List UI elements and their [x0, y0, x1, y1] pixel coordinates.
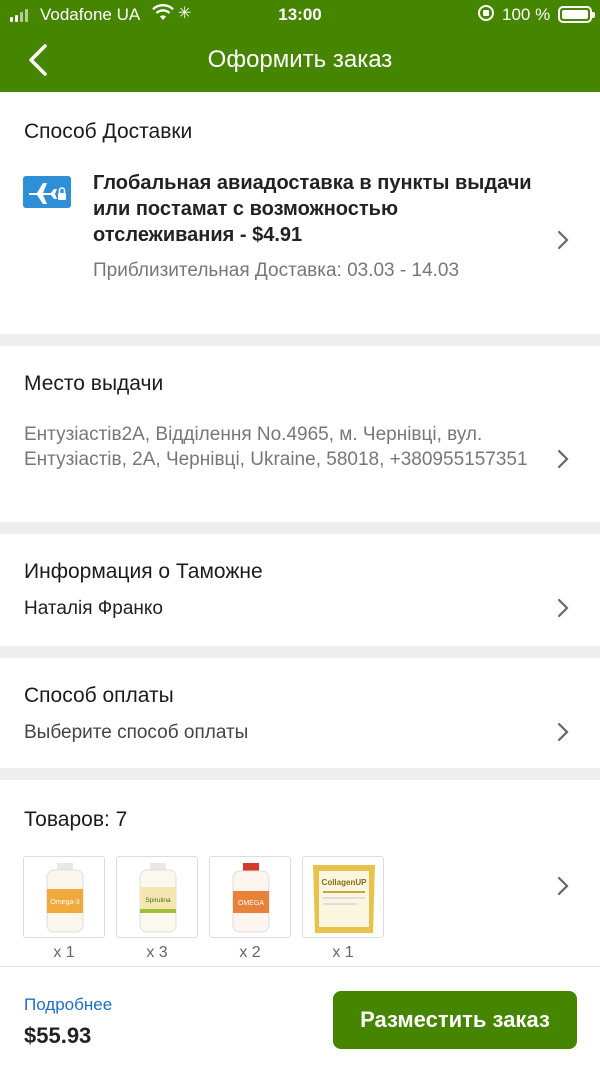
payment-heading: Способ оплаты: [24, 684, 174, 707]
product-quantity: x 1: [332, 944, 354, 961]
product-label: Omega-3: [50, 899, 79, 906]
chevron-right-icon: [557, 722, 569, 742]
page-title: Оформить заказ: [207, 46, 393, 73]
pickup-address: Ентузіастів2А, Відділення No.4965, м. Че…: [24, 424, 528, 470]
chevron-right-icon: [557, 449, 569, 469]
orientation-lock-icon: [478, 5, 494, 21]
payment-placeholder: Выберите способ оплаты: [24, 722, 249, 743]
app-header: Vodafone UA ✳ 13:00 100 % Оформить заказ: [0, 0, 600, 92]
checkout-footer: Подробнее $55.93 Разместить заказ: [0, 966, 600, 1066]
customs-recipient-name: Наталія Франко: [24, 598, 163, 619]
customs-heading: Информация о Таможне: [24, 560, 263, 583]
order-items-section[interactable]: Товаров: 7 Omega-3 x 1 Spirulina x 3 OME…: [0, 780, 600, 966]
status-bar: Vodafone UA ✳ 13:00 100 %: [0, 0, 600, 30]
items-heading: Товаров: 7: [24, 808, 128, 831]
battery-icon: [558, 6, 595, 23]
payment-method-section[interactable]: Способ оплаты Выберите способ оплаты: [0, 658, 600, 768]
order-total: $55.93: [24, 1023, 92, 1048]
place-order-button[interactable]: Разместить заказ: [333, 991, 577, 1049]
product-quantity: x 1: [53, 944, 75, 961]
chevron-right-icon: [557, 876, 569, 896]
customs-info-section[interactable]: Информация о Таможне Наталія Франко: [0, 534, 600, 646]
details-link[interactable]: Подробнее: [24, 995, 112, 1015]
product-label: Spirulina: [145, 897, 171, 904]
product-thumbnail[interactable]: Omega-3: [23, 856, 105, 938]
shipping-method-name: Глобальная авиадоставка в пункты выдачи …: [93, 172, 532, 246]
battery-percent: 100 %: [502, 5, 551, 24]
product-thumbnail[interactable]: Spirulina: [116, 856, 198, 938]
product-thumbnail[interactable]: OMEGA: [209, 856, 291, 938]
delivery-heading: Способ Доставки: [24, 120, 193, 143]
chevron-right-icon: [557, 598, 569, 618]
pickup-heading: Место выдачи: [24, 372, 164, 395]
pickup-point-section[interactable]: Место выдачи Ентузіастів2А, Відділення N…: [0, 346, 600, 522]
product-label: CollagenUP: [322, 878, 368, 887]
product-quantity: x 2: [239, 944, 261, 961]
airplane-lock-icon: [23, 176, 71, 208]
product-thumbnail[interactable]: CollagenUP: [302, 856, 384, 938]
delivery-method-section[interactable]: Способ Доставки Глобальная авиадоставка …: [0, 92, 600, 334]
product-label: OMEGA: [238, 900, 264, 907]
delivery-estimate: Приблизительная Доставка: 03.03 - 14.03: [93, 260, 460, 281]
product-quantity: x 3: [146, 944, 168, 961]
chevron-right-icon: [557, 230, 569, 250]
